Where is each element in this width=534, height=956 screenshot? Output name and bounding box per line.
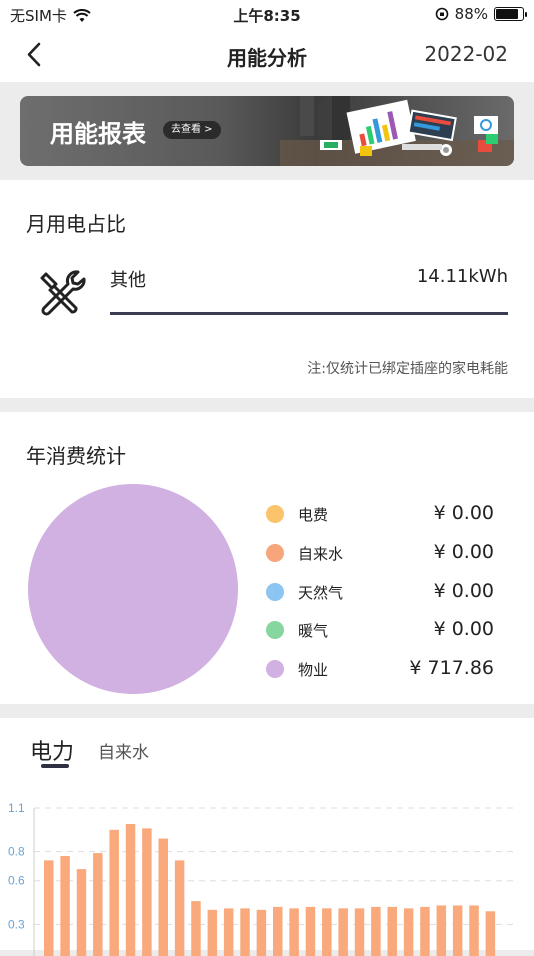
bar bbox=[322, 908, 332, 956]
legend-item: 自来水 ¥ 0.00 bbox=[266, 541, 498, 565]
view-report-button[interactable]: 去查看 > bbox=[163, 121, 221, 139]
legend-dot bbox=[266, 621, 284, 640]
legend-name: 暖气 bbox=[298, 622, 329, 641]
orientation-lock-icon bbox=[435, 7, 448, 21]
banner-title: 用能报表 bbox=[50, 120, 146, 148]
consumption-pie-chart bbox=[28, 484, 238, 694]
usage-item-value: 14.11kWh bbox=[416, 266, 508, 287]
bar bbox=[387, 906, 397, 956]
bar bbox=[174, 860, 185, 956]
tab-water[interactable]: 自来水 bbox=[98, 738, 149, 763]
active-tab-indicator bbox=[41, 764, 69, 768]
legend-value: ¥ 0.00 bbox=[433, 540, 494, 563]
legend-item: 暖气 ¥ 0.00 bbox=[266, 618, 498, 642]
bar bbox=[240, 908, 250, 956]
tools-icon bbox=[40, 270, 86, 316]
monthly-usage-card: 月用电占比 其他 14.11kWh 注:仅统计已绑定插座的家电耗能 bbox=[0, 180, 534, 398]
bar bbox=[403, 908, 414, 956]
banner-section: 用能报表 去查看 > bbox=[0, 82, 534, 180]
legend-value: ¥ 717.86 bbox=[409, 657, 494, 680]
legend-value: ¥ 0.00 bbox=[433, 502, 494, 524]
bar bbox=[371, 906, 381, 956]
month-selector[interactable]: 2022-02 bbox=[424, 42, 508, 66]
bar bbox=[452, 905, 463, 956]
legend-item: 物业 ¥ 717.86 bbox=[266, 657, 498, 681]
bar bbox=[223, 908, 234, 956]
energy-report-banner[interactable]: 用能报表 去查看 > bbox=[20, 96, 514, 166]
y-tick-label: 0.6 bbox=[8, 874, 25, 888]
tab-electricity[interactable]: 电力 bbox=[30, 734, 74, 766]
bar bbox=[76, 869, 87, 956]
bar bbox=[125, 824, 136, 956]
legend-dot bbox=[266, 582, 284, 601]
battery-icon bbox=[494, 7, 527, 21]
bar bbox=[485, 911, 496, 956]
navigation-bar: 用能分析 2022-02 bbox=[0, 28, 534, 82]
monthly-usage-title: 月用电占比 bbox=[26, 212, 126, 236]
legend-value: ¥ 0.00 bbox=[433, 618, 494, 641]
legend-name: 天然气 bbox=[298, 583, 344, 602]
legend-dot bbox=[266, 505, 284, 523]
usage-item-label: 其他 bbox=[110, 270, 146, 291]
legend-item: 电费 ¥ 0.00 bbox=[266, 502, 498, 526]
legend-value: ¥ 0.00 bbox=[433, 579, 494, 602]
bar bbox=[338, 908, 348, 956]
bar bbox=[109, 829, 119, 956]
pie-slice-property bbox=[28, 484, 238, 694]
legend-name: 物业 bbox=[298, 661, 329, 680]
bar bbox=[273, 906, 283, 956]
usage-chart-card: 电力 自来水 1.1 0.8 0.6 0.3 bbox=[0, 718, 534, 956]
bar bbox=[256, 909, 267, 956]
report-illustration bbox=[280, 96, 514, 166]
bar bbox=[207, 909, 218, 956]
legend-item: 天然气 ¥ 0.00 bbox=[266, 580, 498, 604]
y-tick-label: 1.1 bbox=[8, 801, 25, 815]
y-tick-label: 0.3 bbox=[8, 917, 25, 931]
status-bar: 无SIM卡 上午8:35 88% bbox=[0, 0, 534, 28]
y-tick-label: 0.8 bbox=[8, 845, 25, 859]
bar bbox=[420, 906, 430, 956]
usage-note: 注:仅统计已绑定插座的家电耗能 bbox=[307, 361, 508, 377]
bar bbox=[44, 860, 54, 956]
legend-name: 自来水 bbox=[298, 544, 344, 563]
bar bbox=[191, 901, 201, 956]
bar bbox=[289, 908, 299, 956]
usage-progress-bar bbox=[110, 312, 508, 315]
bar bbox=[305, 906, 316, 956]
bar bbox=[469, 905, 479, 956]
bar bbox=[354, 908, 365, 956]
bar bbox=[93, 853, 103, 956]
legend-name: 电费 bbox=[298, 506, 329, 524]
bar bbox=[436, 905, 447, 956]
yearly-consumption-title: 年消费统计 bbox=[26, 444, 126, 468]
usage-bar-chart: 1.1 0.8 0.6 0.3 bbox=[8, 801, 516, 956]
bar bbox=[142, 828, 152, 956]
yearly-consumption-card: 年消费统计 电费 ¥ 0.00 自来水 ¥ 0.00 天然气 ¥ 0.00 暖气 ¥ 0.00… bbox=[0, 412, 534, 704]
bar bbox=[60, 856, 70, 956]
legend-dot bbox=[266, 543, 284, 562]
bar bbox=[158, 838, 168, 956]
legend-dot bbox=[266, 660, 284, 679]
battery-percent: 88% bbox=[454, 5, 488, 23]
